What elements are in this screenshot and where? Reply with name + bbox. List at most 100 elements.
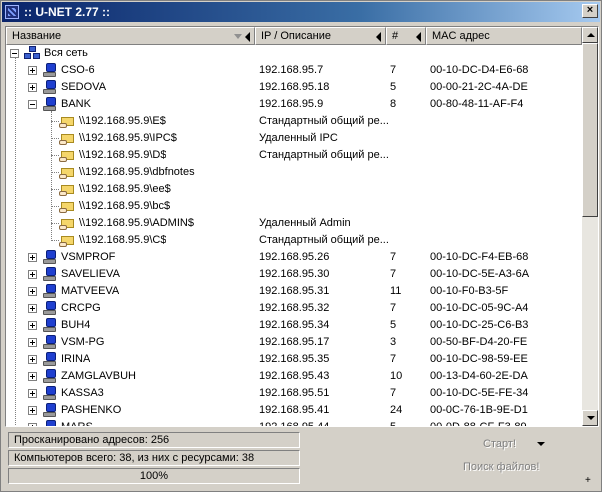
host-mac: 00-00-21-2C-4A-DE bbox=[430, 81, 528, 93]
close-button[interactable]: × bbox=[582, 4, 598, 18]
start-button[interactable]: Старт! bbox=[483, 438, 516, 450]
host-name: CSO-6 bbox=[61, 64, 95, 76]
host-row[interactable]: SEDOVA 192.168.95.18 5 00-00-21-2C-4A-DE bbox=[6, 79, 582, 96]
scanned-addresses-status: Просканировано адресов: 256 bbox=[8, 432, 300, 448]
column-header-count[interactable]: # bbox=[386, 27, 426, 45]
expand-toggle[interactable] bbox=[28, 66, 37, 75]
expand-toggle[interactable] bbox=[28, 372, 37, 381]
host-row[interactable]: ZAMGLAVBUH 192.168.95.43 10 00-13-D4-60-2E-… bbox=[6, 368, 582, 385]
share-path: \\192.168.95.9\ADMIN$ bbox=[79, 217, 194, 229]
expand-toggle[interactable] bbox=[28, 389, 37, 398]
host-ip: 192.168.95.34 bbox=[259, 319, 330, 331]
column-header-ip[interactable]: IP / Описание bbox=[255, 27, 386, 45]
share-description: Удаленный Admin bbox=[259, 217, 351, 229]
share-row[interactable]: \\192.168.95.9\dbfnotes bbox=[6, 164, 582, 181]
host-ip: 192.168.95.30 bbox=[259, 268, 330, 280]
host-ip: 192.168.95.43 bbox=[259, 370, 330, 382]
shared-folder-icon bbox=[59, 233, 75, 248]
expand-toggle[interactable] bbox=[28, 83, 37, 92]
scroll-down-button[interactable] bbox=[582, 410, 598, 426]
share-row[interactable]: \\192.168.95.9\D$ Стандартный общий ре... bbox=[6, 147, 582, 164]
host-row[interactable]: MARS 192.168.95.44 5 00-0D-88-CF-F3-89 bbox=[6, 419, 582, 427]
host-name: SAVELIEVA bbox=[61, 268, 120, 280]
filter-icon[interactable] bbox=[234, 34, 242, 39]
search-files-button[interactable]: Поиск файлов! bbox=[463, 461, 539, 473]
column-count-label: # bbox=[392, 30, 399, 42]
host-row[interactable]: MATVEEVA 192.168.95.31 11 00-10-F0-B3-5F bbox=[6, 283, 582, 300]
expand-toggle[interactable] bbox=[28, 355, 37, 364]
share-path: \\192.168.95.9\ee$ bbox=[79, 183, 171, 195]
host-mac: 00-10-DC-F4-EB-68 bbox=[430, 251, 529, 263]
expand-toggle[interactable] bbox=[28, 287, 37, 296]
column-header-name[interactable]: Название bbox=[6, 27, 255, 45]
host-share-count: 5 bbox=[390, 319, 397, 331]
expand-toggle[interactable] bbox=[28, 321, 37, 330]
host-share-count: 8 bbox=[390, 98, 397, 110]
computer-icon bbox=[42, 369, 58, 384]
host-row[interactable]: CRCPG 192.168.95.32 7 00-10-DC-05-9C-A4 bbox=[6, 300, 582, 317]
computers-count-status: Компьютеров всего: 38, из них с ресурсам… bbox=[8, 450, 300, 466]
share-path: \\192.168.95.9\D$ bbox=[79, 149, 167, 161]
expand-toggle[interactable] bbox=[28, 406, 37, 415]
scroll-up-button[interactable] bbox=[582, 27, 598, 43]
vertical-scrollbar[interactable] bbox=[582, 27, 598, 426]
host-row[interactable]: PASHENKO 192.168.95.41 24 00-0C-76-1B-9E-D1 bbox=[6, 402, 582, 419]
host-name: MATVEEVA bbox=[61, 285, 120, 297]
collapse-toggle[interactable] bbox=[10, 49, 19, 58]
column-header-mac[interactable]: MAC адрес bbox=[426, 27, 582, 45]
host-name: CRCPG bbox=[61, 302, 101, 314]
expand-toggle[interactable] bbox=[28, 304, 37, 313]
host-row[interactable]: BANK 192.168.95.9 8 00-80-48-11-AF-F4 bbox=[6, 96, 582, 113]
share-row[interactable]: \\192.168.95.9\E$ Стандартный общий ре... bbox=[6, 113, 582, 130]
host-share-count: 3 bbox=[390, 336, 397, 348]
share-row[interactable]: \\192.168.95.9\IPC$ Удаленный IPC bbox=[6, 130, 582, 147]
title-bar[interactable]: :: U-NET 2.77 :: × bbox=[2, 2, 600, 22]
close-icon: × bbox=[586, 4, 594, 16]
host-name: IRINA bbox=[61, 353, 91, 365]
expand-toggle[interactable] bbox=[28, 338, 37, 347]
host-ip: 192.168.95.51 bbox=[259, 387, 330, 399]
column-mac-label: MAC адрес bbox=[432, 30, 490, 42]
app-icon[interactable] bbox=[5, 5, 19, 19]
host-row[interactable]: KASSA3 192.168.95.51 7 00-10-DC-5E-FE-34 bbox=[6, 385, 582, 402]
computer-icon bbox=[42, 420, 58, 426]
network-tree-list[interactable]: Название IP / Описание # MAC адрес Вся с… bbox=[5, 26, 599, 427]
share-row[interactable]: \\192.168.95.9\bc$ bbox=[6, 198, 582, 215]
dropdown-arrow-icon[interactable] bbox=[537, 442, 545, 446]
host-name: VSM-PG bbox=[61, 336, 105, 348]
share-path: \\192.168.95.9\IPC$ bbox=[79, 132, 177, 144]
expand-toggle[interactable] bbox=[28, 270, 37, 279]
host-mac: 00-10-DC-D4-E6-68 bbox=[430, 64, 529, 76]
host-row[interactable]: BUH4 192.168.95.34 5 00-10-DC-25-C6-B3 bbox=[6, 317, 582, 334]
share-row[interactable]: \\192.168.95.9\C$ Стандартный общий ре... bbox=[6, 232, 582, 249]
network-icon bbox=[24, 46, 41, 61]
host-row[interactable]: VSMPROF 192.168.95.26 7 00-10-DC-F4-EB-68 bbox=[6, 249, 582, 266]
host-name: SEDOVA bbox=[61, 81, 107, 93]
resize-grip-icon[interactable]: + bbox=[585, 475, 591, 486]
share-row[interactable]: \\192.168.95.9\ee$ bbox=[6, 181, 582, 198]
host-row[interactable]: VSM-PG 192.168.95.17 3 00-50-BF-D4-20-FE bbox=[6, 334, 582, 351]
share-row[interactable]: \\192.168.95.9\ADMIN$ Удаленный Admin bbox=[6, 215, 582, 232]
collapse-toggle[interactable] bbox=[28, 100, 37, 109]
host-row[interactable]: CSO-6 192.168.95.7 7 00-10-DC-D4-E6-68 bbox=[6, 62, 582, 79]
computer-icon bbox=[42, 386, 58, 401]
expand-toggle[interactable] bbox=[28, 423, 37, 426]
host-row[interactable]: SAVELIEVA 192.168.95.30 7 00-10-DC-5E-A3-6A bbox=[6, 266, 582, 283]
host-ip: 192.168.95.44 bbox=[259, 421, 330, 427]
share-description: Стандартный общий ре... bbox=[259, 115, 389, 127]
computer-icon bbox=[42, 403, 58, 418]
tree-root[interactable]: Вся сеть bbox=[6, 45, 582, 62]
share-description: Стандартный общий ре... bbox=[259, 149, 389, 161]
share-path: \\192.168.95.9\E$ bbox=[79, 115, 166, 127]
host-row[interactable]: IRINA 192.168.95.35 7 00-10-DC-98-59-EE bbox=[6, 351, 582, 368]
expand-toggle[interactable] bbox=[28, 253, 37, 262]
computer-icon bbox=[42, 318, 58, 333]
shared-folder-icon bbox=[59, 165, 75, 180]
scroll-thumb[interactable] bbox=[582, 43, 598, 217]
column-ip-label: IP / Описание bbox=[261, 30, 331, 42]
host-ip: 192.168.95.31 bbox=[259, 285, 330, 297]
host-mac: 00-10-DC-5E-A3-6A bbox=[430, 268, 530, 280]
host-name: MARS bbox=[61, 421, 93, 427]
computer-icon bbox=[42, 301, 58, 316]
host-share-count: 5 bbox=[390, 81, 397, 93]
